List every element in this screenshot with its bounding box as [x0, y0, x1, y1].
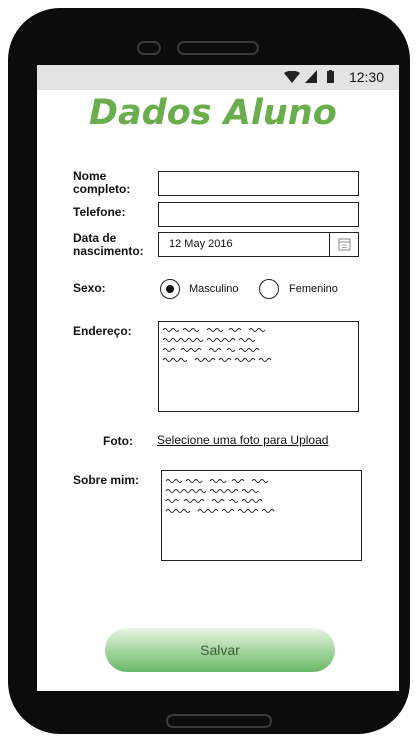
- camera-icon: [137, 41, 161, 55]
- nome-label-line2: completo:: [73, 182, 131, 196]
- telefone-field[interactable]: [158, 202, 359, 227]
- screen: 12:30 Dados Aluno Nome completo: Telefon…: [37, 65, 399, 691]
- endereco-textarea[interactable]: [158, 321, 359, 412]
- radio-femenino[interactable]: [259, 279, 279, 299]
- nascimento-date-field[interactable]: 12 May 2016: [158, 232, 359, 257]
- wifi-icon: [284, 71, 300, 83]
- phone-frame: 12:30 Dados Aluno Nome completo: Telefon…: [8, 8, 410, 734]
- upload-photo-link[interactable]: Selecione uma foto para Upload: [157, 433, 328, 447]
- speaker-grille: [177, 41, 259, 55]
- sexo-label: Sexo:: [73, 281, 106, 295]
- nascimento-label-line2: nascimento:: [73, 244, 144, 258]
- sobre-label: Sobre mim:: [73, 473, 140, 487]
- battery-icon: [327, 70, 334, 83]
- sobre-textarea[interactable]: [161, 470, 362, 561]
- nome-completo-field[interactable]: [158, 171, 359, 196]
- home-button[interactable]: [166, 714, 272, 728]
- radio-masculino[interactable]: [160, 279, 180, 299]
- save-button[interactable]: Salvar: [105, 628, 335, 672]
- radio-selected-dot: [166, 285, 174, 293]
- nome-label: Nome completo:: [73, 170, 130, 196]
- calendar-button[interactable]: [329, 233, 358, 256]
- scribble-text: [165, 479, 275, 513]
- page-title: Dados Aluno: [89, 93, 337, 133]
- status-bar: 12:30: [37, 65, 399, 90]
- endereco-label: Endereço:: [73, 324, 132, 338]
- scribble-text: [162, 328, 272, 362]
- foto-label: Foto:: [103, 434, 133, 448]
- status-time: 12:30: [348, 69, 384, 85]
- radio-masculino-label: Masculino: [189, 283, 239, 295]
- signal-icon: [305, 70, 317, 83]
- radio-femenino-label: Femenino: [289, 283, 338, 295]
- save-button-label: Salvar: [200, 642, 240, 658]
- nascimento-date-value: 12 May 2016: [169, 238, 233, 250]
- telefone-label: Telefone:: [73, 205, 126, 219]
- calendar-icon: [338, 238, 351, 251]
- nascimento-label: Data de nascimento:: [73, 232, 144, 258]
